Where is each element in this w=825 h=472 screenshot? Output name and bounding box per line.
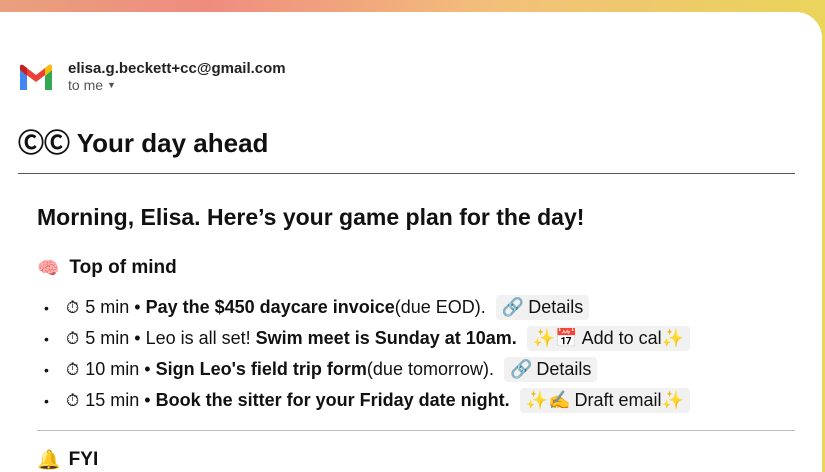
task-list: • ⏱ 5 min • Pay the $450 daycare invoice… xyxy=(44,292,691,416)
bullet: • xyxy=(44,361,49,378)
details-button[interactable]: 🔗 Details xyxy=(495,295,590,320)
task-item: • ⏱ 10 min • Sign Leo's field trip form … xyxy=(44,354,690,385)
task-time: 5 min • Leo is all set! xyxy=(85,328,251,348)
section-fyi: 🔔 FYI xyxy=(37,448,98,472)
link-icon: 🔗 xyxy=(509,359,533,379)
recipient-toggle[interactable]: to me ▼ xyxy=(68,77,286,93)
sender-info: elisa.g.beckett+cc@gmail.com to me ▼ xyxy=(68,60,286,93)
task-item: • ⏱ 5 min • Pay the $450 daycare invoice… xyxy=(44,292,690,323)
email-subject: ⒸⒸ Your day ahead xyxy=(18,128,269,158)
task-time: 5 min • xyxy=(85,297,141,317)
bullet: • xyxy=(44,392,49,409)
writing-hand-icon: ✨✍️ xyxy=(525,390,571,410)
bell-icon: 🔔 xyxy=(37,450,61,471)
stopwatch-icon: ⏱ xyxy=(66,328,80,348)
calendar-sparkle-icon: ✨📅 xyxy=(532,328,578,348)
recipient-label: to me xyxy=(68,77,104,93)
stopwatch-icon: ⏱ xyxy=(66,390,80,410)
link-icon: 🔗 xyxy=(501,297,525,317)
sparkle-icon: ✨ xyxy=(661,328,685,348)
divider xyxy=(18,173,795,174)
greeting: Morning, Elisa. Here’s your game plan fo… xyxy=(37,204,585,230)
gmail-logo-icon xyxy=(20,64,52,90)
chevron-down-icon: ▼ xyxy=(107,80,116,90)
email-card: elisa.g.beckett+cc@gmail.com to me ▼ ⒸⒸ Y… xyxy=(0,12,822,472)
divider xyxy=(37,430,795,431)
chip-label: Add to cal xyxy=(581,328,662,348)
task-time: 10 min • xyxy=(85,359,151,379)
task-title: Pay the $450 daycare invoice xyxy=(145,297,395,317)
section-title: Top of mind xyxy=(69,257,177,278)
add-to-cal-button[interactable]: ✨📅 Add to cal ✨ xyxy=(526,326,691,351)
task-title: Swim meet is Sunday at 10am. xyxy=(255,328,517,348)
sender-email[interactable]: elisa.g.beckett+cc@gmail.com xyxy=(68,60,286,77)
details-button[interactable]: 🔗 Details xyxy=(503,357,598,382)
section-title: FYI xyxy=(68,449,99,470)
stopwatch-icon: ⏱ xyxy=(66,359,80,379)
sparkle-icon: ✨ xyxy=(661,390,684,410)
bullet: • xyxy=(44,299,49,316)
task-time: 15 min • xyxy=(85,390,151,410)
chip-label: Draft email xyxy=(574,390,662,410)
section-top-of-mind: 🧠 Top of mind xyxy=(37,257,177,279)
task-note: (due tomorrow). xyxy=(366,359,494,379)
task-item: • ⏱ 15 min • Book the sitter for your Fr… xyxy=(44,385,690,416)
chip-label: Details xyxy=(536,359,592,379)
sender-row: elisa.g.beckett+cc@gmail.com to me ▼ xyxy=(18,60,286,93)
task-title: Sign Leo's field trip form xyxy=(155,359,367,379)
task-title: Book the sitter for your Friday date nig… xyxy=(155,390,510,410)
task-item: • ⏱ 5 min • Leo is all set! Swim meet is… xyxy=(44,323,691,354)
chip-label: Details xyxy=(528,297,584,317)
bullet: • xyxy=(44,330,49,347)
draft-email-button[interactable]: ✨✍️ Draft email ✨ xyxy=(519,388,690,413)
brain-icon: 🧠 xyxy=(37,257,60,278)
stopwatch-icon: ⏱ xyxy=(66,297,80,317)
task-note: (due EOD). xyxy=(394,297,486,317)
